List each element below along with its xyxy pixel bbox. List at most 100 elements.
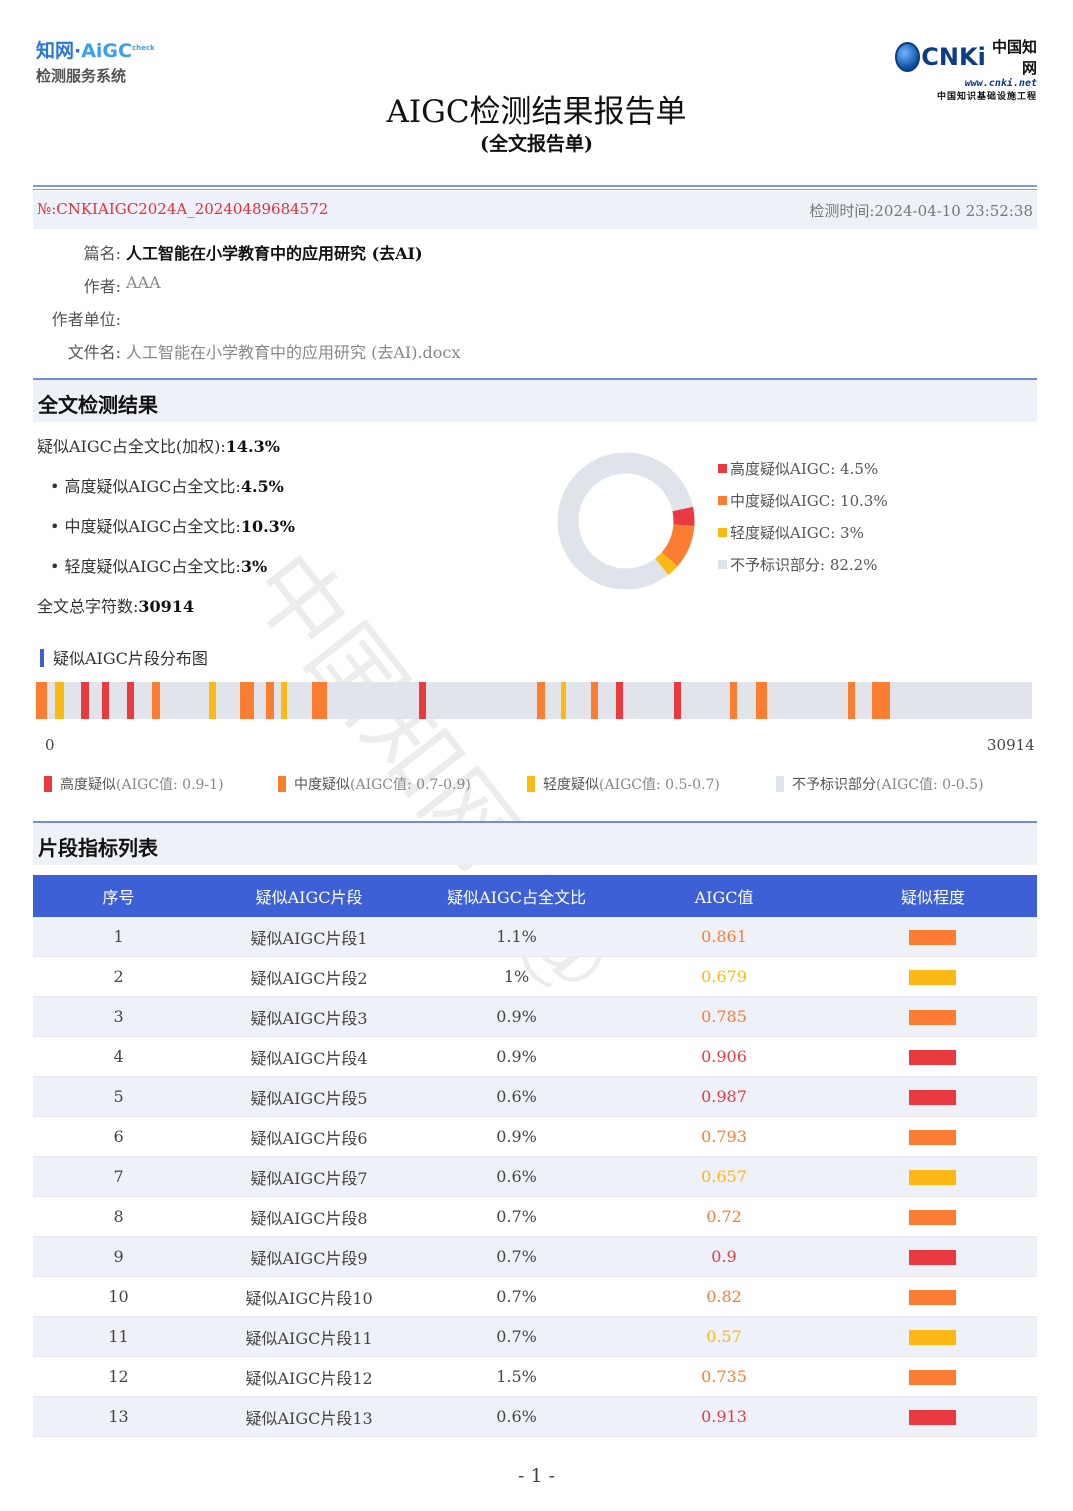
bar-legend-low: 轻度疑似(AIGC值: 0.5-0.7) bbox=[527, 774, 720, 794]
distribution-segment-mid bbox=[266, 682, 274, 719]
aigc-check-logo: 知网·AiGCcheck 检测服务系统 bbox=[36, 36, 156, 86]
table-header-row: 序号 疑似AIGC片段 疑似AIGC占全文比 AIGC值 疑似程度 bbox=[33, 875, 1037, 917]
cell-degree bbox=[828, 1036, 1037, 1077]
cell-aigc-value: 0.72 bbox=[619, 1196, 829, 1237]
cell-aigc-value: 0.906 bbox=[619, 1036, 829, 1077]
distribution-segment-mid bbox=[591, 682, 599, 719]
cell-segment-name: 疑似AIGC片段11 bbox=[204, 1316, 415, 1357]
legend-swatch bbox=[44, 776, 52, 792]
cell-segment-name: 疑似AIGC片段12 bbox=[204, 1356, 415, 1397]
cell-no: 6 bbox=[33, 1116, 205, 1157]
total-label: 全文总字符数: bbox=[37, 597, 139, 616]
total-value: 30914 bbox=[138, 597, 195, 616]
segment-table: 序号 疑似AIGC片段 疑似AIGC占全文比 AIGC值 疑似程度 1 疑似AIG… bbox=[33, 875, 1037, 1437]
legend-range: (AIGC值: 0.5-0.7) bbox=[599, 777, 720, 793]
legend-label: 轻度疑似AIGC: 3% bbox=[730, 524, 864, 542]
axis-end-label: 30914 bbox=[987, 736, 1035, 754]
cell-no: 7 bbox=[33, 1156, 205, 1197]
cnki-cn-wordmark: 中国知网 bbox=[991, 38, 1037, 77]
high-label: • 高度疑似AIGC占全文比: bbox=[50, 477, 241, 496]
low-value: 3% bbox=[240, 557, 268, 576]
result-section-header: 全文检测结果 bbox=[33, 380, 1037, 422]
cell-ratio: 0.9% bbox=[414, 996, 620, 1037]
cell-segment-name: 疑似AIGC片段13 bbox=[204, 1396, 415, 1437]
table-body: 1 疑似AIGC片段1 1.1% 0.861 2 疑似AIGC片段2 1% 0.679 3 疑似A… bbox=[33, 917, 1037, 1437]
high-value: 4.5% bbox=[240, 477, 284, 496]
divider bbox=[33, 189, 1037, 190]
table-row: 7 疑似AIGC片段7 0.6% 0.657 bbox=[33, 1156, 1037, 1197]
col-header-segment: 疑似AIGC片段 bbox=[204, 875, 415, 917]
donut-slice-2 bbox=[655, 552, 678, 576]
degree-bar bbox=[909, 1410, 957, 1425]
degree-bar bbox=[909, 1130, 957, 1145]
cell-ratio: 0.7% bbox=[414, 1196, 620, 1237]
table-row: 9 疑似AIGC片段9 0.7% 0.9 bbox=[33, 1236, 1037, 1277]
col-header-degree: 疑似程度 bbox=[828, 875, 1037, 917]
globe-icon bbox=[895, 42, 921, 72]
cell-ratio: 0.7% bbox=[414, 1276, 620, 1317]
cell-segment-name: 疑似AIGC片段5 bbox=[204, 1076, 415, 1117]
cell-aigc-value: 0.861 bbox=[619, 917, 829, 957]
info-title-value: 人工智能在小学教育中的应用研究 (去AI) bbox=[126, 244, 423, 263]
cell-segment-name: 疑似AIGC片段4 bbox=[204, 1036, 415, 1077]
legend-swatch bbox=[718, 464, 727, 473]
cell-ratio: 1% bbox=[414, 956, 620, 997]
cell-no: 13 bbox=[33, 1396, 205, 1437]
degree-bar bbox=[909, 1290, 957, 1305]
cell-ratio: 0.9% bbox=[414, 1036, 620, 1077]
distribution-segment-high bbox=[615, 682, 623, 719]
donut-slice-0 bbox=[672, 506, 695, 527]
result-heading: 全文检测结果 bbox=[38, 393, 158, 417]
distribution-segment-mid bbox=[152, 682, 161, 719]
legend-name: 轻度疑似 bbox=[543, 777, 599, 793]
col-header-no: 序号 bbox=[33, 875, 205, 917]
legend-name: 高度疑似 bbox=[60, 777, 116, 793]
distribution-segment-mid bbox=[848, 682, 856, 719]
table-row: 11 疑似AIGC片段11 0.7% 0.57 bbox=[33, 1316, 1037, 1357]
meta-bar: №:CNKIAIGC2024A_20240489684572 检测时间:2024… bbox=[33, 191, 1037, 229]
legend-none: 不予标识部分: 82.2% bbox=[718, 554, 877, 575]
legend-range: (AIGC值: 0.7-0.9) bbox=[350, 777, 471, 793]
distribution-segment-mid bbox=[239, 682, 254, 719]
cell-segment-name: 疑似AIGC片段2 bbox=[204, 956, 415, 997]
cell-degree bbox=[828, 1196, 1037, 1237]
legend-swatch bbox=[718, 496, 727, 505]
cell-no: 3 bbox=[33, 996, 205, 1037]
legend-label: 不予标识部分: 82.2% bbox=[730, 556, 878, 574]
cell-degree bbox=[828, 1316, 1037, 1357]
table-row: 1 疑似AIGC片段1 1.1% 0.861 bbox=[33, 917, 1037, 957]
legend-mid: 中度疑似AIGC: 10.3% bbox=[718, 490, 888, 511]
info-file-key: 文件名: bbox=[67, 343, 121, 362]
table-row: 2 疑似AIGC片段2 1% 0.679 bbox=[33, 956, 1037, 997]
distribution-segment-mid bbox=[730, 682, 738, 719]
weighted-ratio: 疑似AIGC占全文比(加权):14.3% bbox=[37, 433, 280, 457]
legend-swatch bbox=[718, 560, 727, 569]
mid-label: • 中度疑似AIGC占全文比: bbox=[50, 517, 241, 536]
cell-ratio: 0.6% bbox=[414, 1396, 620, 1437]
cell-ratio: 0.6% bbox=[414, 1156, 620, 1197]
cell-no: 2 bbox=[33, 956, 205, 997]
donut-slice-1 bbox=[661, 523, 695, 567]
distribution-segment-low bbox=[280, 682, 287, 719]
cell-aigc-value: 0.679 bbox=[619, 956, 829, 997]
legend-range: (AIGC值: 0-0.5) bbox=[876, 777, 984, 793]
logo-aigc-text: AiGC bbox=[81, 40, 132, 62]
cell-segment-name: 疑似AIGC片段10 bbox=[204, 1276, 415, 1317]
distribution-segment-high bbox=[418, 682, 426, 719]
weighted-label: 疑似AIGC占全文比(加权): bbox=[37, 437, 226, 456]
weighted-value: 14.3% bbox=[225, 437, 280, 456]
mid-value: 10.3% bbox=[240, 517, 295, 536]
cell-degree bbox=[828, 1156, 1037, 1197]
cell-aigc-value: 0.57 bbox=[619, 1316, 829, 1357]
cell-aigc-value: 0.735 bbox=[619, 1356, 829, 1397]
distribution-segment-low bbox=[561, 682, 567, 719]
cell-no: 1 bbox=[33, 917, 205, 957]
cell-segment-name: 疑似AIGC片段9 bbox=[204, 1236, 415, 1277]
distribution-segment-high bbox=[102, 682, 110, 719]
cell-degree bbox=[828, 1076, 1037, 1117]
col-header-value: AIGC值 bbox=[619, 875, 829, 917]
cell-ratio: 0.6% bbox=[414, 1076, 620, 1117]
distribution-segment-mid bbox=[755, 682, 767, 719]
degree-bar bbox=[909, 1330, 957, 1345]
cell-aigc-value: 0.9 bbox=[619, 1236, 829, 1277]
